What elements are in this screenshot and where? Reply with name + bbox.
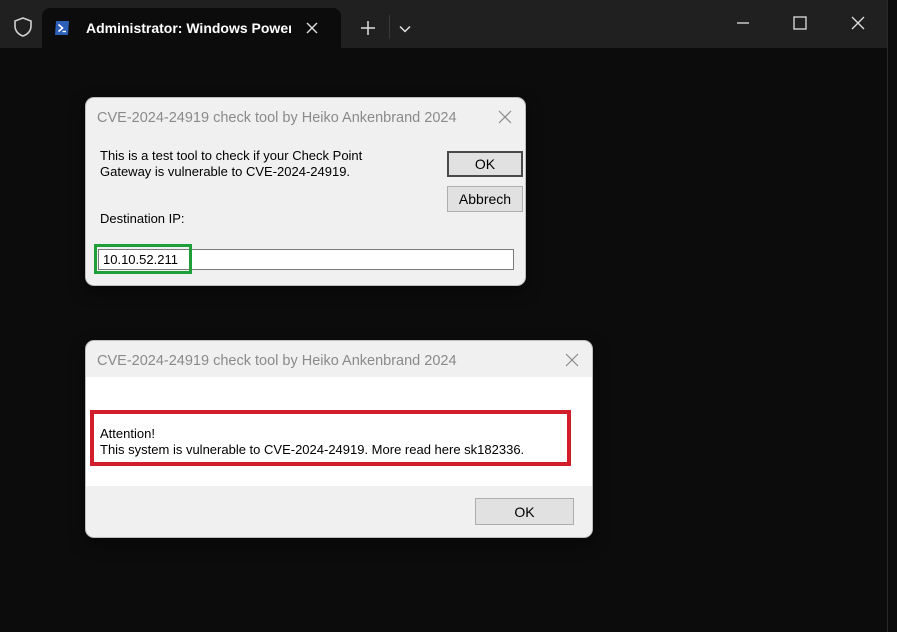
vulnerable-text: This system is vulnerable to CVE-2024-24…: [100, 442, 525, 457]
title-bar: Administrator: Windows PowerShell: [0, 0, 887, 48]
tab-powershell[interactable]: Administrator: Windows PowerShell: [42, 8, 341, 48]
ok-button[interactable]: OK: [475, 498, 574, 525]
result-dialog: CVE-2024-24919 check tool by Heiko Anken…: [86, 341, 592, 537]
ok-button[interactable]: OK: [447, 151, 523, 177]
powershell-icon: [55, 21, 69, 35]
shield-icon: [14, 17, 32, 37]
dialog-title: CVE-2024-24919 check tool by Heiko Anken…: [97, 353, 457, 369]
minimize-icon[interactable]: [734, 14, 752, 32]
destination-ip-input[interactable]: [98, 249, 514, 270]
close-icon[interactable]: [849, 14, 867, 32]
button-area: OK: [86, 486, 592, 537]
close-icon[interactable]: [498, 110, 512, 124]
close-icon[interactable]: [565, 353, 579, 367]
attention-text: Attention!: [100, 426, 155, 441]
plus-icon[interactable]: [360, 20, 376, 36]
terminal-window: Administrator: Windows PowerShell CVE-20…: [0, 0, 888, 632]
close-icon[interactable]: [304, 20, 320, 36]
dialog-message: This is a test tool to check if your Che…: [100, 148, 362, 180]
maximize-icon[interactable]: [791, 14, 809, 32]
tab-title: Administrator: Windows PowerShell: [86, 20, 291, 36]
chevron-down-icon[interactable]: [398, 22, 412, 36]
dialog-title: CVE-2024-24919 check tool by Heiko Anken…: [97, 110, 457, 126]
input-dialog: CVE-2024-24919 check tool by Heiko Anken…: [86, 98, 525, 285]
destination-ip-label: Destination IP:: [100, 211, 185, 226]
tab-separator: [389, 15, 390, 39]
cancel-button[interactable]: Abbrech: [447, 186, 523, 212]
message-line: Gateway is vulnerable to CVE-2024-24919.: [100, 164, 351, 179]
message-line: This is a test tool to check if your Che…: [100, 148, 363, 163]
result-message: Attention! This system is vulnerable to …: [100, 426, 524, 458]
